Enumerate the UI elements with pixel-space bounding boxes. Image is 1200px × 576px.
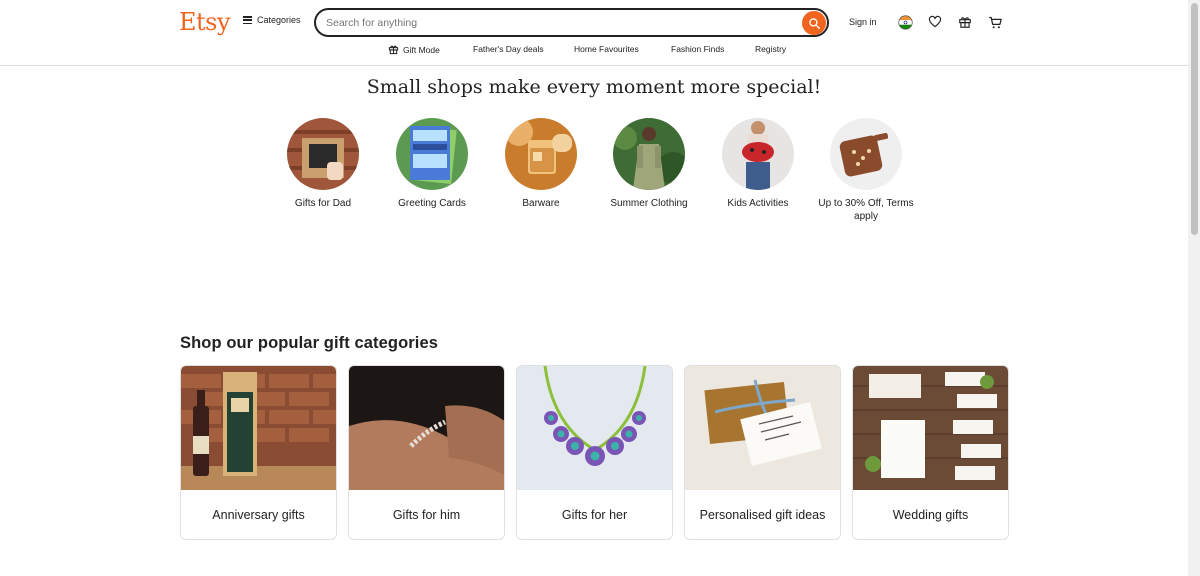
card-image [517, 366, 672, 490]
category-image [830, 118, 902, 190]
search-button[interactable] [802, 11, 826, 35]
card-label: Anniversary gifts [212, 508, 305, 522]
hero-category-barware[interactable]: Barware [486, 118, 596, 211]
nav-item-label: Gift Mode [403, 44, 440, 55]
menu-icon [243, 16, 252, 24]
favourites-heart-icon[interactable] [926, 13, 944, 31]
card-label: Gifts for her [561, 508, 628, 522]
category-image [287, 118, 359, 190]
nav-home-favourites[interactable]: Home Favourites [574, 44, 639, 54]
category-label: Up to 30% Off, Terms apply [818, 198, 914, 222]
hero-category-gifts-for-dad[interactable]: Gifts for Dad [268, 118, 378, 211]
category-image [613, 118, 685, 190]
category-label: Summer Clothing [610, 198, 688, 209]
card-label: Personalised gift ideas [699, 508, 826, 522]
card-image [349, 366, 504, 490]
hero-category-greeting-cards[interactable]: Greeting Cards [377, 118, 487, 211]
nav-registry[interactable]: Registry [755, 44, 786, 54]
gift-card-anniversary[interactable]: Anniversary gifts [180, 365, 337, 540]
hero-category-sale[interactable]: Up to 30% Off, Terms apply [811, 118, 921, 223]
nav-fathers-day-deals[interactable]: Father's Day deals [473, 44, 544, 54]
hero-title: Small shops make every moment more speci… [366, 76, 822, 98]
gift-card-wedding[interactable]: Wedding gifts [852, 365, 1009, 540]
card-label: Wedding gifts [892, 508, 969, 522]
card-image [181, 366, 336, 490]
etsy-logo[interactable]: Etsy [179, 8, 231, 36]
card-image [685, 366, 840, 490]
category-image [505, 118, 577, 190]
site-header: Etsy Categories Sign in [0, 0, 1188, 66]
gift-icon[interactable] [956, 13, 974, 31]
card-image [853, 366, 1008, 490]
scrollbar-thumb[interactable] [1191, 3, 1198, 235]
category-label: Greeting Cards [398, 198, 466, 209]
hero-category-kids-activities[interactable]: Kids Activities [703, 118, 813, 211]
sign-in-link[interactable]: Sign in [849, 17, 877, 27]
categories-label: Categories [257, 15, 301, 25]
popular-section-title: Shop our popular gift categories [180, 334, 439, 352]
gift-card-for-him[interactable]: Gifts for him [348, 365, 505, 540]
gift-icon [388, 45, 399, 55]
cart-icon[interactable] [986, 13, 1004, 31]
region-flag-icon[interactable] [896, 13, 914, 31]
hero-category-summer-clothing[interactable]: Summer Clothing [594, 118, 704, 211]
search-input[interactable] [326, 14, 796, 32]
card-label: Gifts for him [392, 508, 461, 522]
search-icon [808, 17, 820, 29]
gift-card-personalised[interactable]: Personalised gift ideas [684, 365, 841, 540]
category-image [722, 118, 794, 190]
page-scrollbar[interactable] [1188, 0, 1200, 576]
category-label: Kids Activities [727, 198, 789, 209]
nav-gift-mode[interactable]: Gift Mode [388, 44, 440, 55]
category-image [396, 118, 468, 190]
category-label: Barware [522, 198, 560, 209]
primary-nav: Gift Mode Father's Day deals Home Favour… [0, 44, 1188, 58]
nav-fashion-finds[interactable]: Fashion Finds [671, 44, 724, 54]
search-bar [314, 8, 829, 37]
category-label: Gifts for Dad [294, 198, 352, 209]
gift-card-for-her[interactable]: Gifts for her [516, 365, 673, 540]
categories-button[interactable]: Categories [243, 15, 301, 25]
